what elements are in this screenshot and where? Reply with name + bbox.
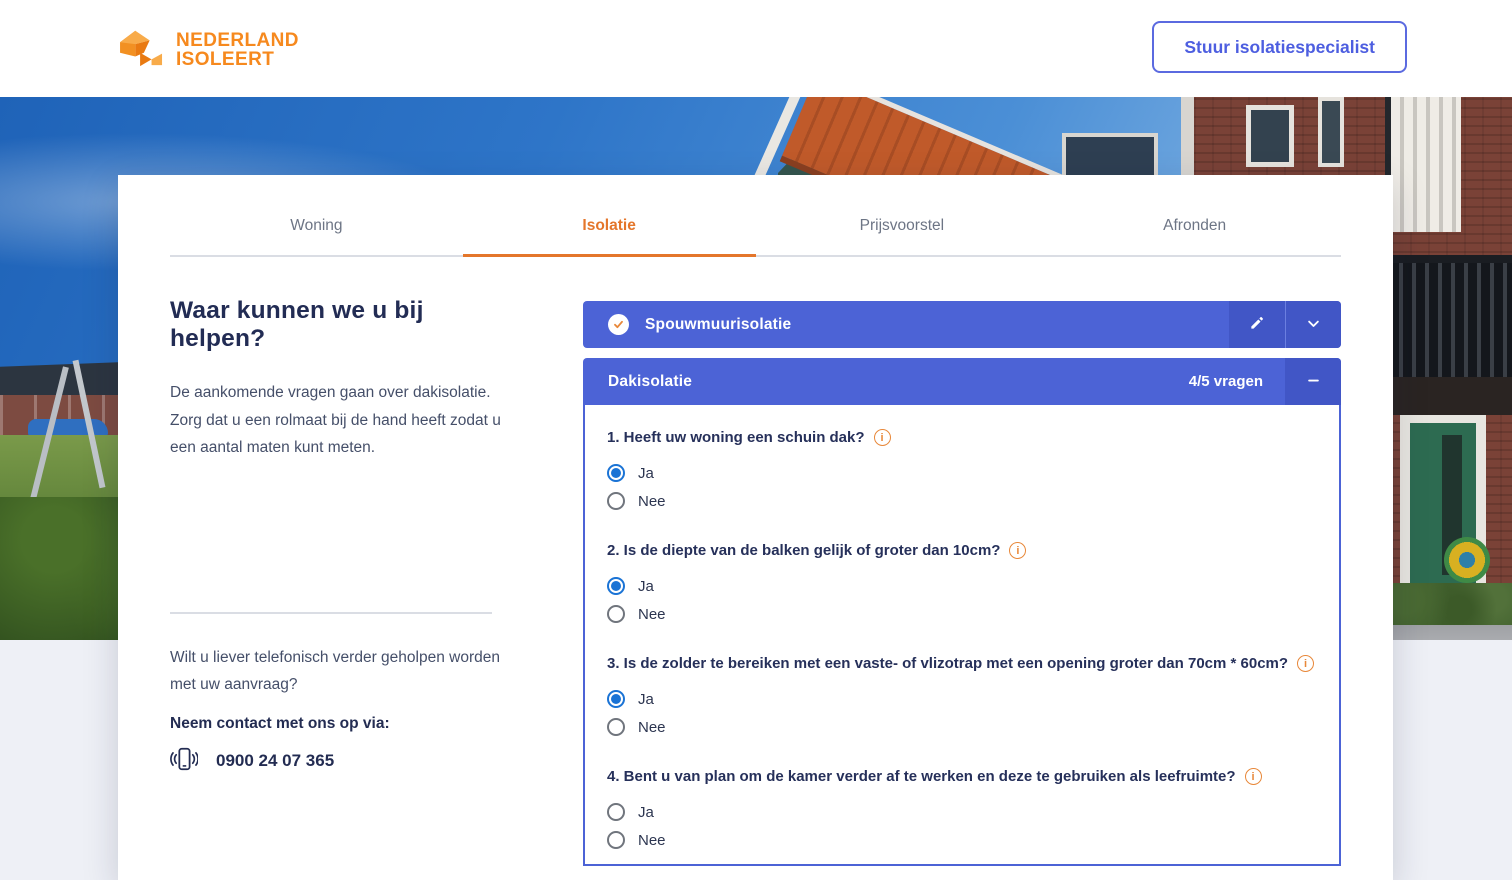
radio-icon[interactable] [607,464,625,482]
dakisolatie-question-panel: 1. Heeft uw woning een schuin dak? i Ja … [583,405,1341,866]
panel-spouwmuurisolatie-header[interactable]: Spouwmuurisolatie [583,301,1341,348]
panel-title: Dakisolatie [608,373,692,391]
photo-garden-hose [1444,537,1490,583]
phone-row: 0900 24 07 365 [170,745,512,778]
panel-title: Spouwmuurisolatie [645,316,791,334]
phone-prompt: Wilt u liever telefonisch verder geholpe… [170,644,512,699]
radio-icon[interactable] [607,718,625,736]
radio-icon[interactable] [607,577,625,595]
tab-isolatie[interactable]: Isolatie [463,205,756,255]
radio-icon[interactable] [607,831,625,849]
question-group-2: 2. Is de diepte van de balken gelijk of … [607,542,1319,628]
edit-pencil-icon [1249,315,1265,334]
chevron-down-icon [1306,316,1321,334]
panel-header-main: Spouwmuurisolatie [583,301,1229,348]
insulation-panels: Spouwmuurisolatie Dakisolati [583,301,1341,866]
photo-hedge [1380,583,1512,627]
radio-option-nee[interactable]: Nee [607,826,1319,854]
photo-window [1246,105,1294,167]
contact-label: Neem contact met ons op via: [170,715,512,733]
divider [170,612,492,614]
tab-prijsvoorstel[interactable]: Prijsvoorstel [756,205,1049,255]
question-text: 1. Heeft uw woning een schuin dak? [607,429,865,446]
radio-icon[interactable] [607,492,625,510]
intro-text: De aankomende vragen gaan over dakisolat… [170,379,512,462]
phone-icon [170,745,198,778]
check-icon [608,314,629,335]
radio-icon[interactable] [607,803,625,821]
top-header: NEDERLAND ISOLEERT Stuur isolatiespecial… [0,0,1512,97]
radio-icon[interactable] [607,690,625,708]
radio-option-nee[interactable]: Nee [607,600,1319,628]
radio-option-nee[interactable]: Nee [607,487,1319,515]
panel-header-main: Dakisolatie [583,358,1189,405]
wizard-card: Woning Isolatie Prijsvoorstel Afronden W… [118,175,1393,880]
send-specialist-button[interactable]: Stuur isolatiespecialist [1152,21,1407,73]
edit-button[interactable] [1229,301,1285,348]
progress-badge: 4/5 vragen [1189,358,1263,405]
photo-curtain-window [1385,97,1461,232]
info-icon[interactable]: i [1009,542,1026,559]
collapse-minus-icon [1306,373,1321,391]
question-text: 3. Is de zolder te bereiken met een vast… [607,655,1288,672]
radio-option-ja[interactable]: Ja [607,572,1319,600]
info-icon[interactable]: i [1245,768,1262,785]
tab-afronden[interactable]: Afronden [1048,205,1341,255]
question-text: 2. Is de diepte van de balken gelijk of … [607,542,1000,559]
info-icon[interactable]: i [1297,655,1314,672]
photo-window [1318,97,1344,167]
radio-option-nee[interactable]: Nee [607,713,1319,741]
wizard-steps: Woning Isolatie Prijsvoorstel Afronden [170,205,1341,257]
photo-balcony [1390,255,1512,377]
question-group-3: 3. Is de zolder te bereiken met een vast… [607,655,1319,741]
tab-woning[interactable]: Woning [170,205,463,255]
question-group-1: 1. Heeft uw woning een schuin dak? i Ja … [607,429,1319,515]
logo-house-icon [118,26,166,73]
logo-text: NEDERLAND ISOLEERT [176,31,299,69]
info-icon[interactable]: i [874,429,891,446]
radio-icon[interactable] [607,605,625,623]
panel-dakisolatie-header[interactable]: Dakisolatie 4/5 vragen [583,358,1341,405]
question-text: 4. Bent u van plan om de kamer verder af… [607,768,1236,785]
question-group-4: 4. Bent u van plan om de kamer verder af… [607,768,1319,854]
radio-option-ja[interactable]: Ja [607,685,1319,713]
logo[interactable]: NEDERLAND ISOLEERT [118,26,299,73]
page-title: Waar kunnen we u bij helpen? [170,297,512,353]
radio-option-ja[interactable]: Ja [607,798,1319,826]
help-column: Waar kunnen we u bij helpen? De aankomen… [170,297,512,778]
expand-button[interactable] [1285,301,1341,348]
photo-pavement [1380,625,1512,640]
phone-number-link[interactable]: 0900 24 07 365 [216,751,334,771]
photo-balcony-base [1390,377,1512,415]
radio-option-ja[interactable]: Ja [607,459,1319,487]
collapse-button[interactable] [1285,358,1341,405]
